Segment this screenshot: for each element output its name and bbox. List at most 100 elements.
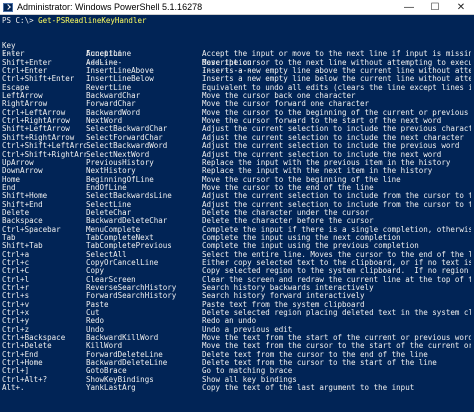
table-row: Ctrl+z Undo Undo a previous edit [2, 326, 472, 334]
row-function: SelectBackwardWord [86, 142, 168, 151]
row-function: Redo [86, 317, 105, 326]
row-function: Undo [86, 325, 105, 334]
row-function: BackwardKillWord [86, 334, 159, 343]
table-row: Ctrl+Shift+Enter InsertLineBelow Inserts a… [2, 75, 472, 83]
row-key: Escape [2, 83, 30, 92]
console-output[interactable]: PS C:\> Get-PSReadlineKeyHandler Key Fun… [2, 17, 472, 412]
row-function: BackwardDeleteChar [86, 217, 168, 226]
powershell-window: Administrator: Windows PowerShell 5.1.16… [0, 0, 474, 412]
row-key: End [2, 183, 16, 192]
row-key: Backspace [2, 217, 43, 226]
table-row: Ctrl+Shift+LeftArrow SelectBackwardWord Ad… [2, 142, 472, 150]
row-description: Move the cursor to the next line without… [202, 58, 472, 67]
table-row: Alt+. YankLastArg Copy the text of the las… [2, 384, 472, 392]
row-key: Ctrl+Home [2, 359, 43, 368]
table-row: Shift+Home SelectBackwardsLine Adjust the … [2, 192, 472, 200]
maximize-button[interactable]: ☐ [422, 0, 448, 15]
table-row: Backspace BackwardDeleteChar Delete the ch… [2, 217, 472, 225]
table-row: Shift+Enter AddLine Move the cursor to the… [2, 59, 472, 67]
row-description: Move the cursor back one character [202, 92, 356, 101]
row-key: Enter [2, 50, 25, 59]
row-description: Adjust the current selection to include … [202, 150, 442, 159]
table-row: Ctrl+y Redo Redo an undo [2, 317, 472, 325]
row-key: Ctrl+Shift+Enter [2, 75, 75, 84]
table-row: UpArrow PreviousHistory Replace the input … [2, 159, 472, 167]
row-key: Shift+End [2, 200, 43, 209]
title-bar[interactable]: Administrator: Windows PowerShell 5.1.16… [0, 0, 474, 15]
row-function: ShowKeyBindings [86, 375, 154, 384]
row-key: DownArrow [2, 167, 43, 176]
separator-row: --- -------- ----------- [2, 42, 472, 75]
row-key: Ctrl+Delete [2, 342, 52, 351]
row-function: MenuComplete [86, 225, 141, 234]
row-key: Ctrl+Backspace [2, 334, 66, 343]
row-description: Paste text from the system clipboard [202, 300, 365, 309]
table-row: LeftArrow BackwardChar Move the cursor bac… [2, 92, 472, 100]
row-description: Move the cursor to the beginning of the … [202, 175, 401, 184]
row-key: Ctrl+Shift+LeftArrow [2, 142, 86, 151]
row-function: AddLine [86, 58, 118, 67]
row-function: SelectLine [86, 200, 132, 209]
row-description: Select the entire line. Moves the cursor… [202, 250, 472, 259]
row-key: Home [2, 175, 21, 184]
table-row: Ctrl+Spacebar MenuComplete Complete the in… [2, 226, 472, 234]
row-function: TabCompleteNext [86, 233, 154, 242]
table-row: Ctrl+] GotoBrace Go to matching brace [2, 367, 472, 375]
row-function: YankLastArg [86, 384, 136, 393]
row-description: Adjust the current selection to include … [202, 133, 464, 142]
row-description: Delete text from the cursor to the end o… [202, 350, 428, 359]
close-button[interactable]: ✕ [448, 0, 474, 15]
row-key: Ctrl+v [2, 300, 30, 309]
row-description: Copy the text of the last argument to th… [202, 384, 415, 393]
table-row: Escape RevertLine Equivalent to undo all e… [2, 84, 472, 92]
table-row: End EndOfLine Move the cursor to the end o… [2, 184, 472, 192]
row-function: BeginningOfLine [86, 175, 154, 184]
row-function: BackwardChar [86, 92, 141, 101]
table-row: Ctrl+Delete KillWord Move the text from th… [2, 342, 472, 350]
table-row: Ctrl+Home BackwardDeleteLine Delete text f… [2, 359, 472, 367]
row-function: NextHistory [86, 167, 136, 176]
row-description: Adjust the current selection to include … [202, 192, 472, 201]
row-description: Redo an undo [202, 317, 257, 326]
table-row: Ctrl+C Copy Copy selected region to the sy… [2, 267, 472, 275]
row-function: PreviousHistory [86, 158, 154, 167]
table-row: Enter AcceptLine Accept the input or move … [2, 50, 472, 58]
row-function: SelectNextWord [86, 150, 150, 159]
row-function: CopyOrCancelLine [86, 258, 159, 267]
row-function: RevertLine [86, 83, 132, 92]
row-key: LeftArrow [2, 92, 43, 101]
row-description: Search history backwards interactively [202, 284, 374, 292]
row-description: Adjust the current selection to include … [202, 125, 472, 134]
row-description: Search history forward interactively [202, 292, 365, 301]
row-function: ForwardSearchHistory [86, 292, 177, 301]
row-description: Complete the input using the previous co… [202, 242, 419, 251]
row-key: Shift+LeftArrow [2, 125, 70, 134]
row-function: SelectAll [86, 250, 127, 259]
row-key: Ctrl+c [2, 258, 30, 267]
row-description: Equivalent to undo all edits (clears the… [202, 83, 472, 92]
row-description: Delete the character under the cursor [202, 208, 370, 217]
minimize-button[interactable]: — [396, 0, 422, 15]
row-key: Shift+Tab [2, 242, 43, 251]
powershell-icon [3, 2, 13, 12]
row-key: Alt+. [2, 384, 25, 393]
header-row: Key Function Description [2, 34, 472, 67]
row-description: Show all key bindings [202, 375, 297, 384]
row-key: Ctrl+Spacebar [2, 225, 61, 234]
row-key: Shift+Enter [2, 58, 52, 67]
row-description: Go to matching brace [202, 367, 293, 376]
row-function: KillWord [86, 342, 123, 351]
table-row: Ctrl+a SelectAll Select the entire line. M… [2, 251, 472, 259]
row-key: Ctrl+RightArrow [2, 117, 70, 126]
table-row: Ctrl+c CopyOrCancelLine Either copy select… [2, 259, 472, 267]
table-row: Home BeginningOfLine Move the cursor to th… [2, 176, 472, 184]
row-function: ClearScreen [86, 275, 136, 284]
row-key: Ctrl+r [2, 284, 30, 292]
row-description: Move the cursor forward to the start of … [202, 117, 442, 126]
row-key: Ctrl+] [2, 367, 30, 376]
row-description: Either copy selected text to the clipboa… [202, 258, 472, 267]
row-function: EndOfLine [86, 183, 127, 192]
row-function: SelectForwardChar [86, 133, 163, 142]
row-key: Ctrl+s [2, 292, 30, 301]
